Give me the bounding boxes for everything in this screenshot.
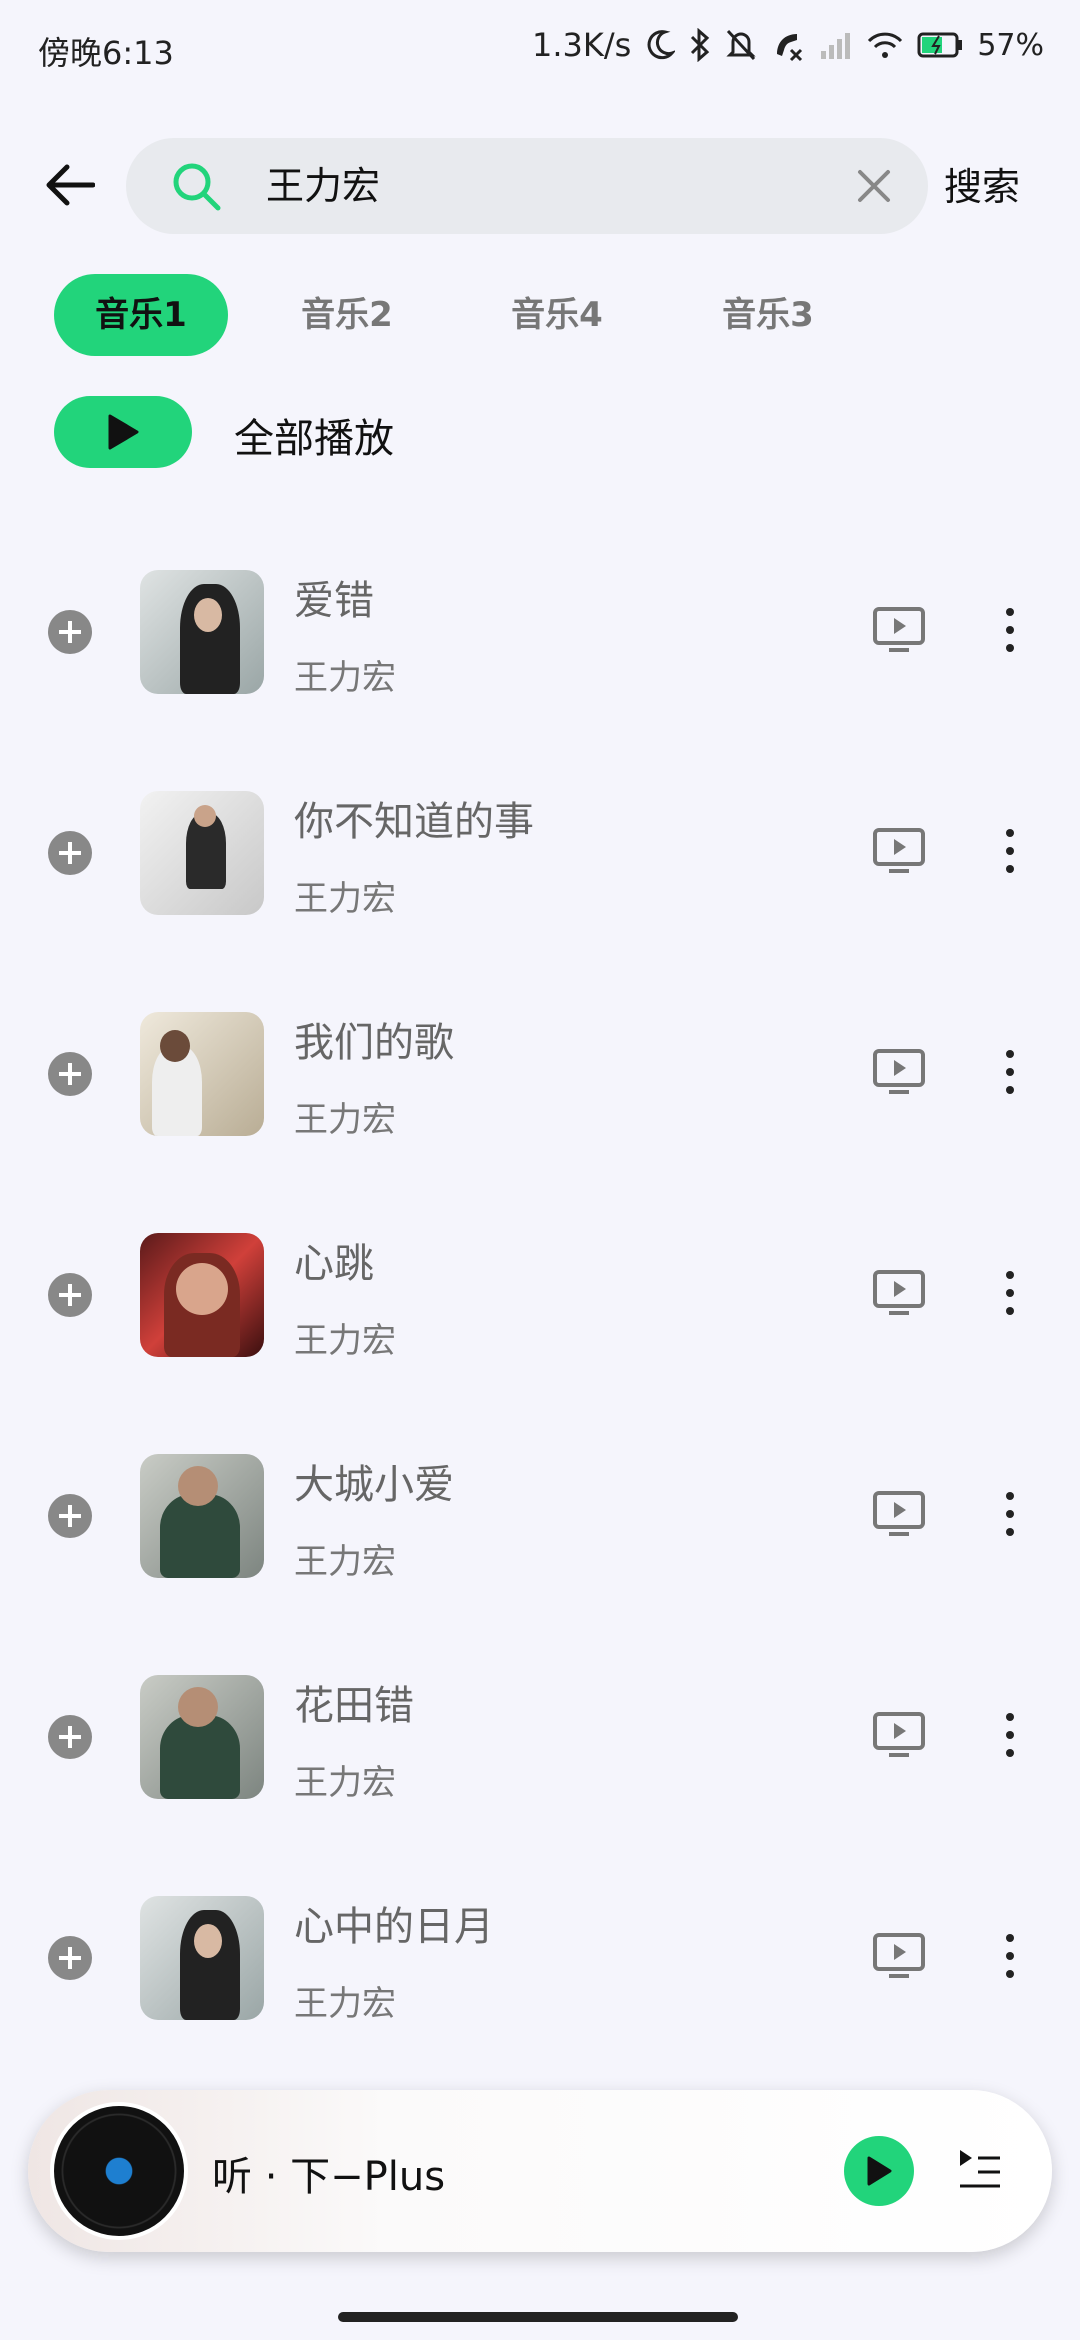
status-bar: 傍晚6:13 1.3K/s 57% [0,0,1080,100]
tab-music4[interactable]: 音乐4 [466,274,648,356]
add-icon[interactable] [48,831,92,875]
play-icon [867,2156,892,2186]
add-icon[interactable] [48,1273,92,1317]
more-icon[interactable] [996,604,1024,656]
song-title: 心中的日月 [294,1904,494,1950]
back-arrow-icon [46,164,95,206]
net-speed: 1.3K/s [531,26,632,64]
song-row[interactable]: 心跳 王力宏 [0,1211,1080,1432]
mini-player[interactable]: 听 · 下−Plus [28,2090,1052,2252]
add-icon[interactable] [48,1936,92,1980]
song-title: 大城小爱 [294,1462,454,1508]
song-title: 爱错 [294,578,374,624]
screen: 傍晚6:13 1.3K/s 57% 王力宏 搜索 音乐1 音乐2 音乐4 音乐3… [0,0,1080,2340]
album-cover [140,1896,264,2020]
mv-icon[interactable] [872,606,926,654]
mv-icon[interactable] [872,1490,926,1538]
back-button[interactable] [40,155,100,215]
tab-music2[interactable]: 音乐2 [228,274,466,356]
bell-muted-icon [725,28,757,62]
status-indicators: 1.3K/s 57% [532,26,1044,64]
search-box[interactable] [126,138,928,234]
play-all-button[interactable] [54,396,192,468]
more-icon[interactable] [996,1930,1024,1982]
mv-icon[interactable] [872,1048,926,1096]
more-icon[interactable] [996,1267,1024,1319]
now-playing-title: 听 · 下−Plus [212,2154,446,2200]
add-icon[interactable] [48,1052,92,1096]
clear-icon[interactable] [850,162,898,210]
album-cover [140,1675,264,1799]
song-list: 爱错 王力宏 你不知道的事 王力宏 我们的歌 王力宏 心跳 王力宏 大城小爱 王… [0,548,1080,2095]
search-icon [173,163,221,211]
mv-icon[interactable] [872,1269,926,1317]
add-icon[interactable] [48,1715,92,1759]
song-title: 你不知道的事 [294,799,534,845]
search-input[interactable] [266,138,786,234]
play-all-label[interactable]: 全部播放 [234,406,394,464]
playlist-icon[interactable] [956,2146,1004,2194]
bluetooth-icon [689,28,711,62]
tab-music3[interactable]: 音乐3 [648,274,888,356]
song-artist: 王力宏 [294,1763,396,1803]
mv-icon[interactable] [872,1932,926,1980]
album-cover [140,791,264,915]
album-cover [140,1233,264,1357]
battery-icon [917,32,963,58]
song-row[interactable]: 你不知道的事 王力宏 [0,769,1080,990]
song-artist: 王力宏 [294,1984,396,2024]
call-icon [771,28,805,62]
song-title: 我们的歌 [294,1020,454,1066]
more-icon[interactable] [996,1709,1024,1761]
song-artist: 王力宏 [294,1100,396,1140]
status-time: 傍晚6:13 [38,34,174,72]
moon-icon [645,29,676,61]
song-row[interactable]: 花田错 王力宏 [0,1653,1080,1874]
battery-percent: 57% [977,27,1044,63]
mv-icon[interactable] [872,1711,926,1759]
more-icon[interactable] [996,1046,1024,1098]
play-icon [108,414,139,450]
song-title: 花田错 [294,1683,414,1729]
song-row[interactable]: 我们的歌 王力宏 [0,990,1080,1211]
song-artist: 王力宏 [294,1542,396,1582]
album-cover [140,570,264,694]
song-title: 心跳 [294,1241,374,1287]
song-row[interactable]: 大城小爱 王力宏 [0,1432,1080,1653]
song-artist: 王力宏 [294,1321,396,1361]
vinyl-icon [50,2102,188,2240]
mv-icon[interactable] [872,827,926,875]
player-play-button[interactable] [844,2136,914,2206]
add-icon[interactable] [48,610,92,654]
wifi-icon [867,31,903,59]
song-row[interactable]: 心中的日月 王力宏 [0,1874,1080,2095]
signal-icon [819,31,853,59]
album-cover [140,1454,264,1578]
search-button[interactable]: 搜索 [944,156,1020,211]
tab-music1[interactable]: 音乐1 [54,274,228,356]
add-icon[interactable] [48,1494,92,1538]
more-icon[interactable] [996,1488,1024,1540]
song-row[interactable]: 爱错 王力宏 [0,548,1080,769]
album-cover [140,1012,264,1136]
more-icon[interactable] [996,825,1024,877]
song-artist: 王力宏 [294,658,396,698]
home-indicator[interactable] [338,2312,738,2322]
source-tabs: 音乐1 音乐2 音乐4 音乐3 [54,274,888,356]
song-artist: 王力宏 [294,879,396,919]
